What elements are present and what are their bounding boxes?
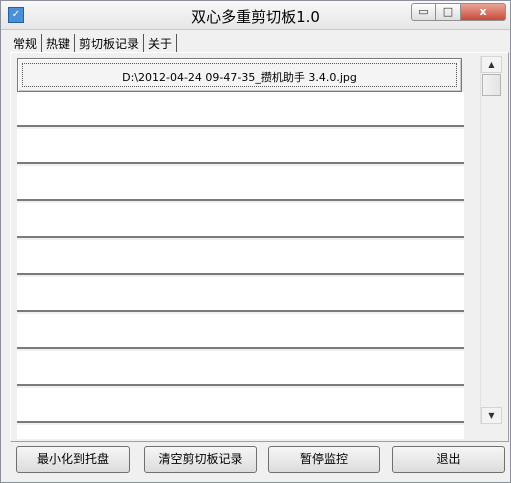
scroll-up-arrow-icon[interactable]: ▲ (481, 56, 502, 73)
vertical-scrollbar[interactable]: ▲ ▼ (480, 56, 502, 424)
scroll-thumb[interactable] (482, 74, 501, 96)
empty-record-slot[interactable] (17, 203, 464, 238)
clear-records-button[interactable]: 清空剪切板记录 (144, 446, 257, 473)
pause-monitor-button[interactable]: 暂停监控 (268, 446, 380, 473)
action-bar: 最小化到托盘 清空剪切板记录 暂停监控 退出 (1, 441, 510, 482)
tab-general[interactable]: 常规 (11, 34, 43, 52)
empty-record-slot[interactable] (17, 351, 464, 386)
app-window: ✓ 双心多重剪切板1.0 ▭ □ x 常规 热键 剪切板记录 关于 D:\201… (0, 0, 511, 483)
maximize-button[interactable]: □ (436, 3, 461, 21)
clipboard-record-list: D:\2012-04-24 09-47-35_攒机助手 3.4.0.jpg (17, 56, 464, 439)
title-bar[interactable]: ✓ 双心多重剪切板1.0 ▭ □ x (1, 1, 510, 30)
empty-record-slot[interactable] (17, 314, 464, 349)
empty-record-slot[interactable] (17, 166, 464, 201)
minimize-button[interactable]: ▭ (411, 3, 436, 21)
tab-clipboard-records[interactable]: 剪切板记录 (75, 34, 145, 52)
exit-button[interactable]: 退出 (392, 446, 505, 473)
clipboard-record-item[interactable]: D:\2012-04-24 09-47-35_攒机助手 3.4.0.jpg (17, 58, 462, 92)
empty-record-slot[interactable] (17, 388, 464, 423)
clipboard-record-text: D:\2012-04-24 09-47-35_攒机助手 3.4.0.jpg (122, 71, 357, 84)
tab-strip: 常规 热键 剪切板记录 关于 (11, 34, 178, 52)
empty-record-slot[interactable] (17, 277, 464, 312)
close-button[interactable]: x (461, 3, 506, 21)
tab-about[interactable]: 关于 (144, 34, 178, 52)
empty-record-slot[interactable] (17, 425, 464, 439)
empty-record-slot[interactable] (17, 92, 464, 127)
tab-hotkeys[interactable]: 热键 (42, 34, 76, 52)
scroll-down-arrow-icon[interactable]: ▼ (481, 407, 502, 424)
empty-record-slot[interactable] (17, 240, 464, 275)
empty-record-slot[interactable] (17, 129, 464, 164)
minimize-to-tray-button[interactable]: 最小化到托盘 (16, 446, 130, 473)
